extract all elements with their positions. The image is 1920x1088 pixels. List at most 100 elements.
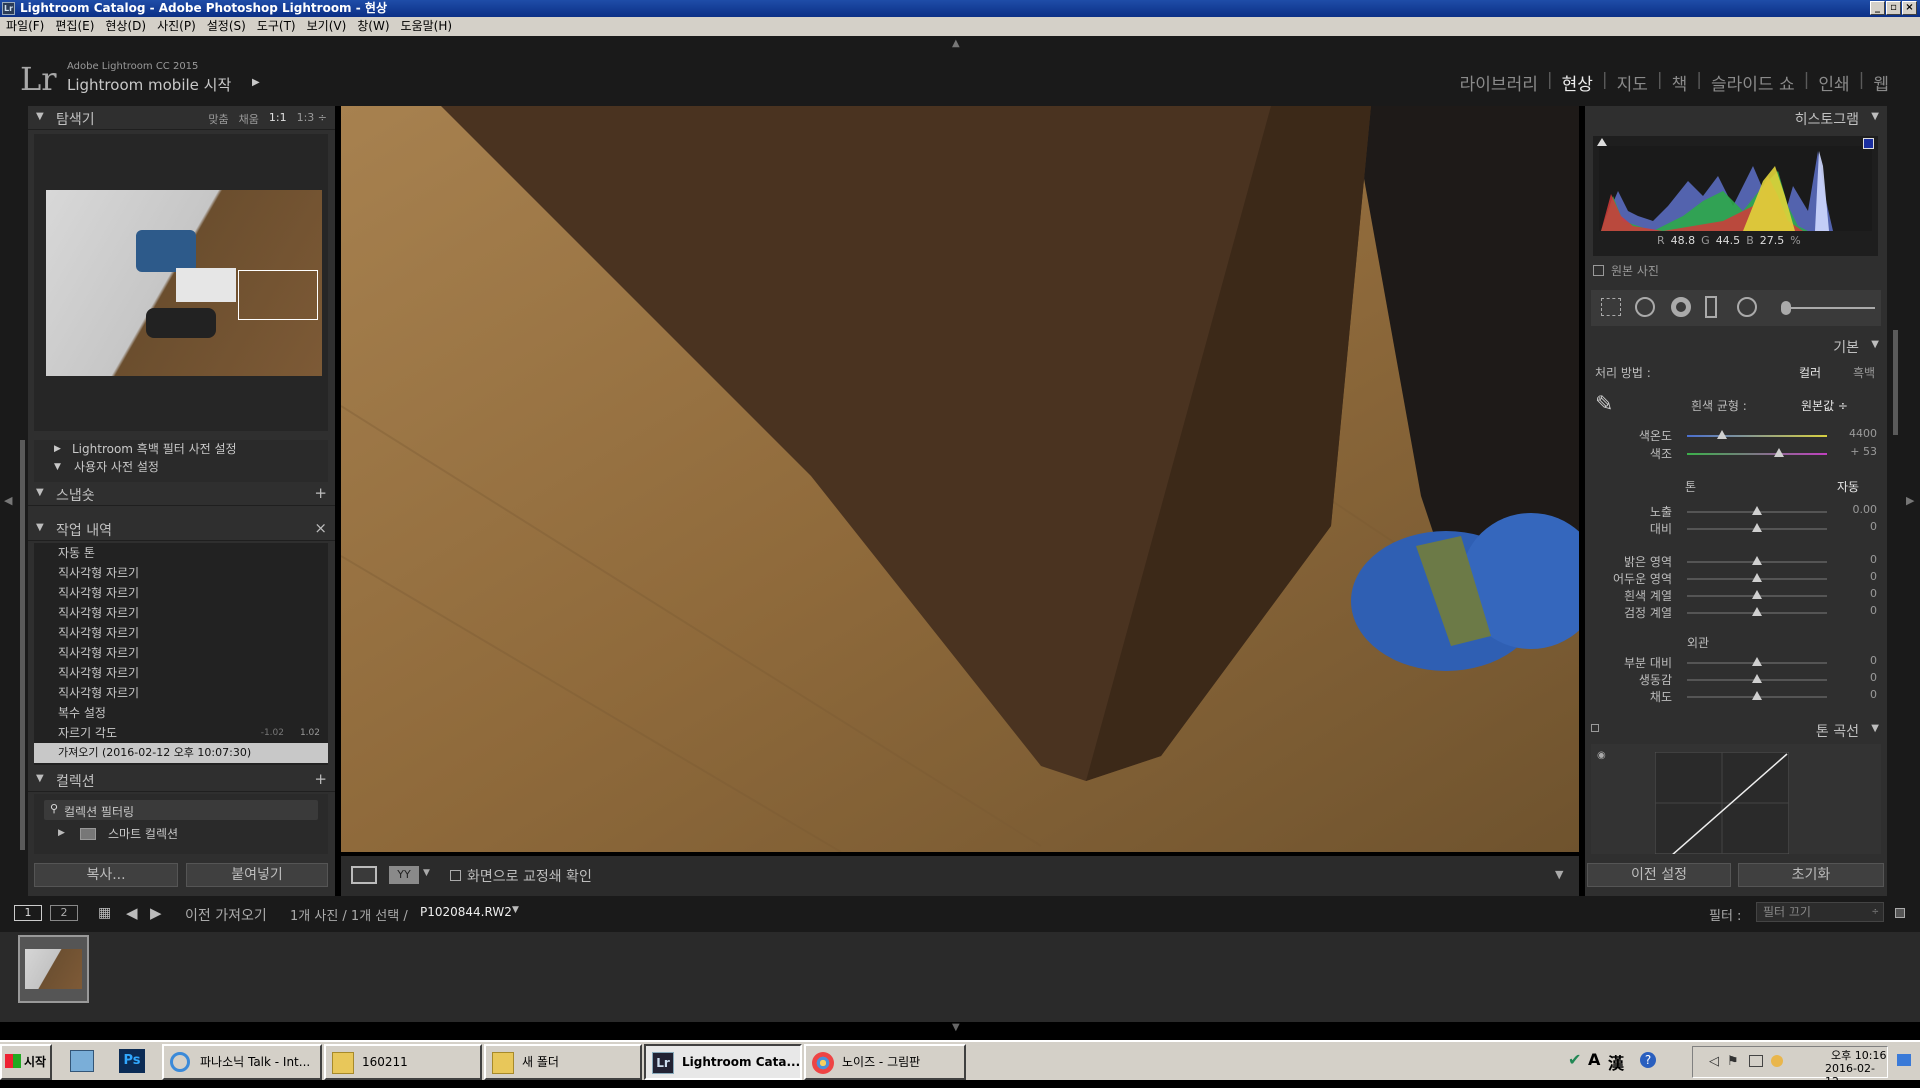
filmstrip-filename[interactable]: P1020844.RW2 xyxy=(420,905,512,919)
histogram[interactable]: R 48.8 G 44.5 B 27.5 % xyxy=(1593,136,1878,256)
updater-icon[interactable] xyxy=(1771,1055,1783,1067)
temp-knob[interactable] xyxy=(1717,430,1727,439)
basic-slider-row[interactable]: 밝은 영역 0 xyxy=(1585,552,1887,570)
show-desktop-icon[interactable] xyxy=(1897,1054,1911,1066)
histogram-header[interactable]: 히스토그램 ▼ xyxy=(1585,106,1887,130)
basic-slider-row[interactable]: 채도 0 xyxy=(1585,687,1887,705)
menu-tools[interactable]: 도구(T) xyxy=(257,17,296,36)
menu-settings[interactable]: 설정(S) xyxy=(207,17,246,36)
previous-settings-button[interactable]: 이전 설정 xyxy=(1587,863,1731,887)
slider-knob[interactable] xyxy=(1752,506,1762,515)
start-button[interactable]: 시작 xyxy=(0,1044,52,1080)
taskbar-item-paint[interactable]: 노이즈 - 그림판 xyxy=(804,1044,966,1080)
add-collection-button[interactable]: + xyxy=(314,770,327,788)
soft-proofing-checkbox[interactable] xyxy=(450,870,461,881)
collapse-triangle-icon[interactable]: ▼ xyxy=(1871,723,1879,734)
ime-hanja-icon[interactable]: 漢 xyxy=(1608,1050,1624,1074)
collapse-filmstrip-icon[interactable]: ▼ xyxy=(952,1022,960,1033)
right-panel-toggle-icon[interactable]: ▶ xyxy=(1906,494,1914,507)
zoom-fill[interactable]: 채움 xyxy=(239,111,259,127)
collapse-triangle-icon[interactable]: ▼ xyxy=(36,487,44,498)
white-balance-dropdown[interactable]: 원본값 ÷ xyxy=(1801,397,1848,414)
basic-slider-row[interactable]: 생동감 0 xyxy=(1585,670,1887,688)
history-item[interactable]: 복수 설정 xyxy=(34,703,328,723)
crop-overlay-icon[interactable] xyxy=(1601,298,1621,316)
clear-history-button[interactable]: × xyxy=(314,519,327,537)
tint-track[interactable] xyxy=(1687,453,1827,455)
adjustment-brush-icon[interactable] xyxy=(1781,301,1791,315)
basic-slider-row[interactable]: 대비 0 xyxy=(1585,519,1887,537)
temp-slider-row[interactable]: 색온도 4400 xyxy=(1585,426,1887,444)
target-adjust-icon[interactable]: ◉ xyxy=(1597,750,1606,761)
paste-settings-button[interactable]: 붙여넣기 xyxy=(186,863,328,887)
chevron-down-icon[interactable]: ▼ xyxy=(512,905,519,915)
forward-arrow-icon[interactable]: ▶ xyxy=(150,904,162,922)
preset-folder[interactable]: ▼ 사용자 사전 설정 xyxy=(34,458,328,476)
network-icon[interactable]: ✔ xyxy=(1568,1050,1581,1069)
left-panel-scrollbar[interactable] xyxy=(20,440,25,850)
photo-canvas[interactable] xyxy=(341,106,1579,852)
history-item[interactable]: 직사각형 자르기 xyxy=(34,643,328,663)
filter-dropdown[interactable]: 필터 끄기 ÷ xyxy=(1756,902,1884,922)
add-snapshot-button[interactable]: + xyxy=(314,484,327,502)
smart-collection-item[interactable]: 스마트 컬렉션 xyxy=(108,825,178,842)
collapse-triangle-icon[interactable]: ▼ xyxy=(36,111,44,122)
menu-view[interactable]: 보기(V) xyxy=(307,17,347,36)
collapse-triangle-icon[interactable]: ▼ xyxy=(1871,339,1879,350)
basic-slider-row[interactable]: 부분 대비 0 xyxy=(1585,653,1887,671)
lightroom-mobile-link[interactable]: Lightroom mobile 시작 xyxy=(67,74,231,95)
collections-header[interactable]: ▼ 컬렉션 + xyxy=(28,768,335,792)
reset-button[interactable]: 초기화 xyxy=(1738,863,1884,887)
history-item[interactable]: 직사각형 자르기 xyxy=(34,683,328,703)
zoom-fit[interactable]: 맞춤 xyxy=(208,111,228,127)
slider-knob[interactable] xyxy=(1752,573,1762,582)
temp-track[interactable] xyxy=(1687,435,1827,437)
tone-curve-graph[interactable] xyxy=(1655,752,1789,854)
navigator-zoom-rect[interactable] xyxy=(238,270,318,320)
navigator-header[interactable]: ▼ 탐색기 맞춤 채움 1:1 1:3 ÷ xyxy=(28,106,335,130)
taskbar-item-browser[interactable]: 파나소닉 Talk - Int... xyxy=(162,1044,322,1080)
module-develop[interactable]: 현상 xyxy=(1553,70,1602,95)
history-item[interactable]: 직사각형 자르기 xyxy=(34,603,328,623)
slider-knob[interactable] xyxy=(1752,590,1762,599)
preset-folder[interactable]: ▶ Lightroom 흑백 필터 사전 설정 xyxy=(34,440,328,458)
basic-slider-row[interactable]: 노출 0.00 xyxy=(1585,502,1887,520)
taskbar-item-folder[interactable]: 새 폴더 xyxy=(484,1044,642,1080)
clock-date[interactable]: 2016-02-12 xyxy=(1825,1062,1887,1088)
module-print[interactable]: 인쇄 xyxy=(1809,70,1858,95)
monitor-icon[interactable] xyxy=(1749,1055,1763,1067)
before-after-icon[interactable]: YY xyxy=(389,866,419,884)
clock-time[interactable]: 오후 10:16 xyxy=(1831,1047,1886,1063)
slider-knob[interactable] xyxy=(1752,556,1762,565)
menu-edit[interactable]: 편집(E) xyxy=(55,17,94,36)
flag-icon[interactable]: ⚑ xyxy=(1727,1054,1739,1069)
copy-settings-button[interactable]: 복사... xyxy=(34,863,178,887)
radial-filter-icon[interactable] xyxy=(1737,297,1757,317)
module-slideshow[interactable]: 슬라이드 쇼 xyxy=(1702,70,1804,95)
tint-knob[interactable] xyxy=(1774,448,1785,457)
navigator-thumbnail[interactable] xyxy=(46,190,322,376)
adjustment-brush-slider[interactable] xyxy=(1785,307,1875,309)
red-eye-icon[interactable] xyxy=(1671,297,1691,317)
zoom-1-1[interactable]: 1:1 xyxy=(269,111,287,127)
history-item-selected[interactable]: 가져오기 (2016-02-12 오후 10:07:30) xyxy=(34,743,328,763)
filmstrip-thumbnail[interactable] xyxy=(18,935,89,1003)
right-panel-scrollbar[interactable] xyxy=(1893,330,1898,435)
zoom-custom[interactable]: 1:3 ÷ xyxy=(297,111,327,127)
main-screen-button[interactable]: 1 xyxy=(14,905,42,921)
menu-file[interactable]: 파일(F) xyxy=(6,17,44,36)
treatment-color[interactable]: 컬러 xyxy=(1799,364,1821,381)
filmstrip-source[interactable]: 이전 가져오기 xyxy=(185,905,267,925)
history-item[interactable]: 자르기 각도 -1.02 1.02 xyxy=(34,723,328,743)
history-item[interactable]: 직사각형 자르기 xyxy=(34,623,328,643)
slider-knob[interactable] xyxy=(1752,607,1762,616)
collapse-top-panel-icon[interactable]: ▲ xyxy=(952,38,960,49)
back-arrow-icon[interactable]: ◀ xyxy=(126,904,138,922)
snapshots-header[interactable]: ▼ 스냅숏 + xyxy=(28,482,335,506)
graduated-filter-icon[interactable] xyxy=(1705,296,1717,318)
module-web[interactable]: 웹 xyxy=(1864,70,1898,95)
highlight-clipping-icon[interactable] xyxy=(1863,138,1874,149)
collapse-triangle-icon[interactable]: ▼ xyxy=(1871,111,1879,122)
target-adjust-icon[interactable] xyxy=(1591,724,1599,732)
history-item[interactable]: 자동 톤 xyxy=(34,543,328,563)
